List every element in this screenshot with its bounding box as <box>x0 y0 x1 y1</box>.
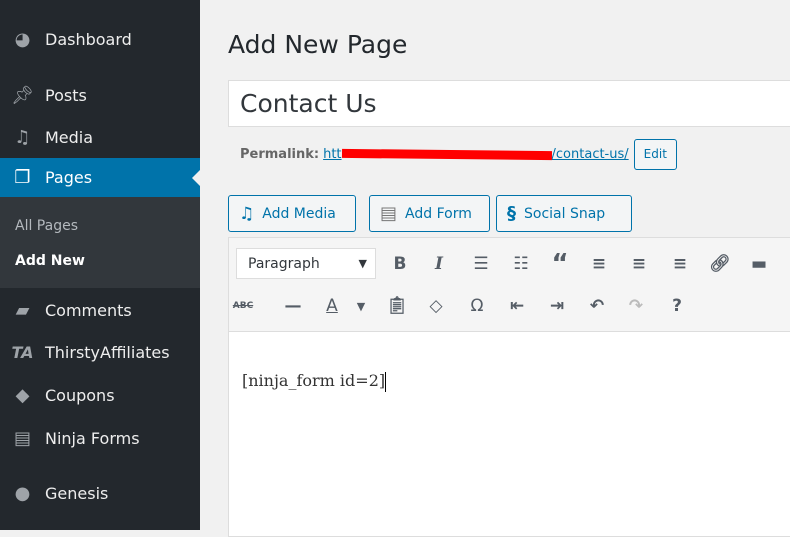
form-icon: ▤ <box>380 203 398 224</box>
sidebar-item-ninja-forms[interactable]: ▤ Ninja Forms <box>0 418 200 458</box>
eraser-icon[interactable]: ◇ <box>422 292 450 320</box>
sidebar-item-posts[interactable]: 📌︎ Posts <box>0 75 200 115</box>
submenu-all-pages[interactable]: All Pages <box>15 218 78 234</box>
bold-icon[interactable]: B <box>386 250 414 278</box>
indent-icon[interactable]: ⇥ <box>543 292 571 320</box>
help-icon[interactable]: ? <box>663 292 691 320</box>
align-left-icon[interactable]: ≡ <box>585 250 613 278</box>
horizontal-line-icon[interactable]: — <box>279 292 307 320</box>
title-input[interactable]: Contact Us <box>228 80 790 127</box>
pin-icon: 📌︎ <box>11 84 34 106</box>
social-snap-icon: § <box>507 203 516 224</box>
add-media-button[interactable]: ♫ Add Media <box>228 195 356 232</box>
format-select[interactable]: Paragraph ▼ <box>236 248 376 279</box>
text-caret <box>385 371 387 392</box>
genesis-icon: ● <box>14 482 31 504</box>
add-form-button[interactable]: ▤ Add Form <box>369 195 490 232</box>
permalink-link[interactable]: htt/contact-us/ <box>323 147 629 162</box>
link-icon[interactable]: 🔗︎ <box>706 250 734 278</box>
align-right-icon[interactable]: ≡ <box>666 250 694 278</box>
redo-icon[interactable]: ↷ <box>622 292 650 320</box>
media-icon: ♫ <box>14 126 31 148</box>
chevron-down-icon[interactable]: ▼ <box>347 292 375 320</box>
submenu-add-new[interactable]: Add New <box>15 253 85 269</box>
undo-icon[interactable]: ↶ <box>583 292 611 320</box>
sidebar-item-genesis[interactable]: ● Genesis <box>0 473 200 513</box>
italic-icon[interactable]: I <box>425 250 453 278</box>
sidebar-item-dashboard[interactable]: ◕ Dashboard <box>0 19 200 59</box>
bullet-list-icon[interactable]: ☰ <box>467 250 495 278</box>
editor: Paragraph ▼ B I ☰ ☷ “ ≡ ≡ ≡ 🔗︎ ▬ ABC — A … <box>228 237 790 537</box>
editor-content[interactable]: [ninja_form id=2] <box>242 371 387 392</box>
pages-submenu: All Pages Add New <box>0 197 200 288</box>
sidebar-item-comments[interactable]: ▰ Comments <box>0 290 200 330</box>
dashboard-icon: ◕ <box>14 28 31 50</box>
paste-text-icon[interactable]: 📋︎ <box>383 292 411 320</box>
align-center-icon[interactable]: ≡ <box>625 250 653 278</box>
text-color-icon[interactable]: A <box>318 292 346 320</box>
redaction-mark <box>341 148 552 160</box>
pages-icon: ❐ <box>14 167 31 188</box>
tag-icon: ◆ <box>15 384 30 406</box>
media-icon: ♫ <box>239 203 255 224</box>
page-title: Add New Page <box>228 30 408 59</box>
numbered-list-icon[interactable]: ☷ <box>507 250 535 278</box>
admin-sidebar: ◕ Dashboard 📌︎ Posts ♫ Media ❐ Pages All Pag… <box>0 0 200 530</box>
permalink: Permalink: htt/contact-us/ Edit <box>240 138 677 170</box>
sidebar-item-pages[interactable]: ❐ Pages <box>0 158 200 197</box>
comment-icon: ▰ <box>15 299 30 321</box>
form-icon: ▤ <box>13 427 31 449</box>
outdent-icon[interactable]: ⇤ <box>503 292 531 320</box>
chevron-down-icon: ▼ <box>358 257 367 270</box>
edit-permalink-button[interactable]: Edit <box>633 138 677 170</box>
strikethrough-icon[interactable]: ABC <box>229 292 257 320</box>
sidebar-item-thirstyaffiliates[interactable]: TA ThirstyAffiliates <box>0 332 200 372</box>
blockquote-icon[interactable]: “ <box>546 249 574 279</box>
permalink-label: Permalink: <box>240 146 320 162</box>
social-snap-button[interactable]: § Social Snap <box>496 195 632 232</box>
sidebar-item-coupons[interactable]: ◆ Coupons <box>0 375 200 415</box>
editor-toolbar: Paragraph ▼ B I ☰ ☷ “ ≡ ≡ ≡ 🔗︎ ▬ ABC — A … <box>229 238 790 332</box>
main-content: Add New Page Contact Us Permalink: htt/c… <box>200 0 790 537</box>
special-character-icon[interactable]: Ω <box>463 292 491 320</box>
read-more-icon[interactable]: ▬ <box>745 250 773 278</box>
ta-icon: TA <box>11 342 34 362</box>
sidebar-item-media[interactable]: ♫ Media <box>0 117 200 157</box>
current-arrow <box>192 170 200 186</box>
